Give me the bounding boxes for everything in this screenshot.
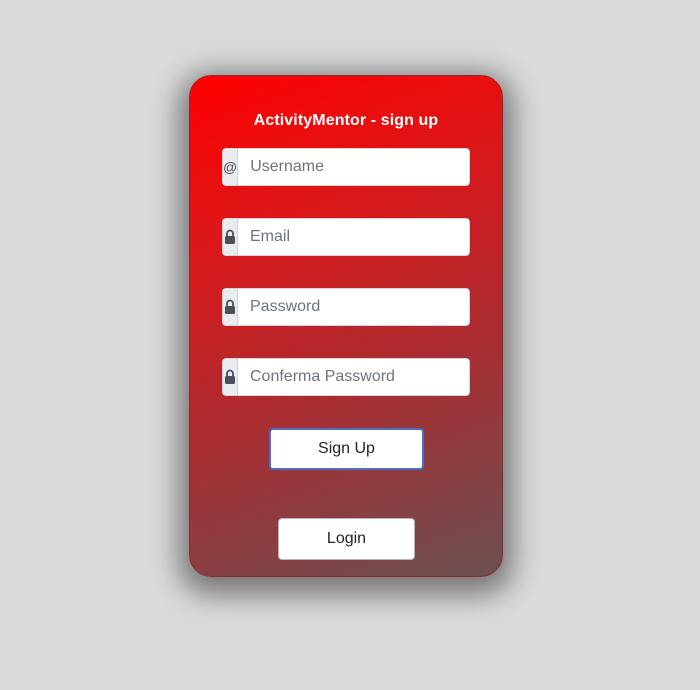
lock-icon (222, 218, 237, 256)
username-group: @ (222, 148, 471, 186)
login-button[interactable]: Login (278, 518, 415, 560)
username-input[interactable] (237, 148, 471, 186)
email-group (222, 218, 470, 256)
confirm-password-input[interactable] (237, 358, 470, 396)
email-input[interactable] (237, 218, 470, 256)
password-input[interactable] (237, 288, 470, 326)
confirm-password-group (222, 358, 470, 396)
form-title: ActivityMentor - sign up (253, 112, 439, 129)
lock-icon (222, 358, 237, 396)
lock-icon (222, 288, 237, 326)
signup-card: ActivityMentor - sign up @ Username Emai… (189, 75, 503, 577)
at-icon: @ (222, 148, 238, 186)
signup-button[interactable]: Sign Up (269, 428, 424, 470)
password-group (222, 288, 470, 326)
